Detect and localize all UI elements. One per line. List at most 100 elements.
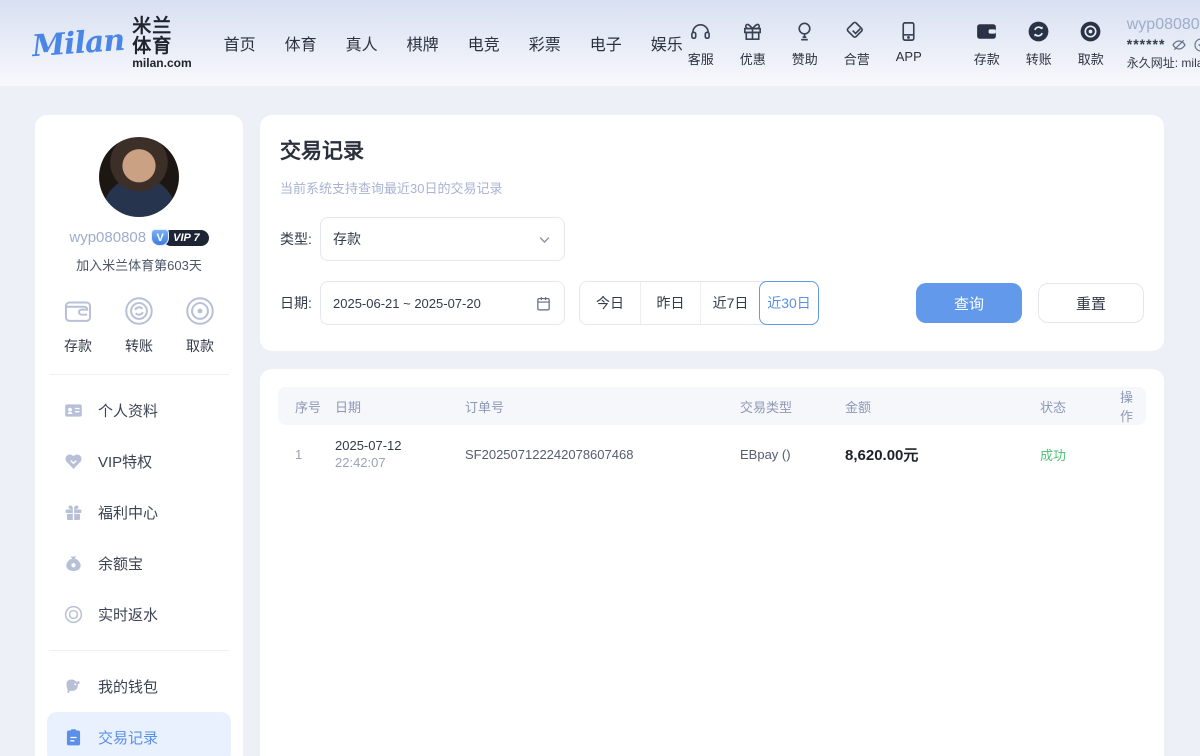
reset-button[interactable]: 重置 <box>1038 283 1144 323</box>
sidebar-vip-v-icon: V <box>151 229 169 246</box>
col-amount: 金额 <box>845 397 1040 416</box>
transfer-button[interactable]: 转账 <box>1021 19 1057 68</box>
search-button[interactable]: 查询 <box>916 283 1022 323</box>
nav-item-sports[interactable]: 体育 <box>285 31 317 55</box>
transaction-record-icon <box>63 727 84 748</box>
col-type: 交易类型 <box>740 397 845 416</box>
nav-item-esports[interactable]: 电竞 <box>468 31 500 55</box>
nav-item-lottery[interactable]: 彩票 <box>529 31 561 55</box>
nav-item-entertainment[interactable]: 娱乐 <box>651 31 683 55</box>
eye-off-icon[interactable] <box>1171 37 1187 53</box>
filter-card: 交易记录 当前系统支持查询最近30日的交易记录 类型: 存款 日期: 2025-… <box>260 115 1164 351</box>
logo-domain: milan.com <box>132 57 191 70</box>
nav-item-live[interactable]: 真人 <box>346 31 378 55</box>
sidebar-item-vip[interactable]: VIP特权 <box>47 436 231 487</box>
col-action: 操作 <box>1120 387 1142 425</box>
type-label: 类型: <box>280 229 320 249</box>
nav-item-slots[interactable]: 电子 <box>590 31 622 55</box>
sidebar-item-profile[interactable]: 个人资料 <box>47 385 231 436</box>
col-order: 订单号 <box>465 397 740 416</box>
range-yesterday-button[interactable]: 昨日 <box>640 282 700 324</box>
user-line-balance: ****** <box>1127 36 1200 54</box>
money-bag-icon <box>63 553 84 574</box>
sidebar-deposit-button[interactable]: 存款 <box>61 294 95 356</box>
navbar-quick-icons: 客服 优惠 赞助 合营 <box>683 19 1109 68</box>
range-30days-button[interactable]: 近30日 <box>759 281 819 325</box>
withdraw-outline-icon <box>183 294 217 328</box>
gift-icon <box>741 19 764 45</box>
cell-datetime: 2025-07-12 22:42:07 <box>335 438 465 470</box>
benefits-gift-icon <box>63 502 84 523</box>
sidebar-vip-badge: V VIP 7 <box>151 229 209 246</box>
main-column: 交易记录 当前系统支持查询最近30日的交易记录 类型: 存款 日期: 2025-… <box>260 115 1164 756</box>
logo-cn: 米兰体育 <box>132 17 191 57</box>
range-7days-button[interactable]: 近7日 <box>700 282 760 324</box>
cell-time: 22:42:07 <box>335 455 465 470</box>
sidebar-item-wallet[interactable]: 我的钱包 <box>47 661 231 712</box>
withdraw-button[interactable]: 取款 <box>1073 19 1109 68</box>
nav-item-home[interactable]: 首页 <box>224 31 256 55</box>
sponsor-button[interactable]: 赞助 <box>787 19 823 68</box>
sidebar-menu: 个人资料 VIP特权 福利中心 余额宝 <box>47 375 231 756</box>
cell-index: 1 <box>295 447 335 462</box>
cell-order-no: SF202507122242078607468 <box>465 447 740 462</box>
trophy-icon <box>793 19 816 45</box>
handshake-icon <box>845 19 868 45</box>
logo-text: 米兰体育 milan.com <box>132 17 191 69</box>
sidebar-transfer-button[interactable]: 转账 <box>122 294 156 356</box>
col-date: 日期 <box>335 397 465 416</box>
range-today-button[interactable]: 今日 <box>580 282 640 324</box>
cell-date: 2025-07-12 <box>335 438 465 453</box>
sidebar-quick-actions: 存款 转账 取款 <box>47 274 231 374</box>
app-download-button[interactable]: APP <box>891 19 927 64</box>
id-card-icon <box>63 400 84 421</box>
col-index: 序号 <box>295 397 335 416</box>
refresh-balance-icon[interactable] <box>1193 37 1200 53</box>
sidebar-vip-level-label: VIP 7 <box>163 230 209 246</box>
date-range-value: 2025-06-21 ~ 2025-07-20 <box>333 296 535 311</box>
table-header-row: 序号 日期 订单号 交易类型 金额 状态 操作 <box>278 387 1146 425</box>
page-subtitle: 当前系统支持查询最近30日的交易记录 <box>280 178 1144 197</box>
masked-balance: ****** <box>1127 36 1166 54</box>
sidebar-item-transactions[interactable]: 交易记录 <box>47 712 231 756</box>
sidebar-item-benefits[interactable]: 福利中心 <box>47 487 231 538</box>
navbar-right: 客服 优惠 赞助 合营 <box>683 15 1200 71</box>
site-logo[interactable]: Milan 米兰体育 milan.com <box>32 17 192 69</box>
wallet-icon <box>974 19 999 45</box>
sidebar-user-row: wyp080808 V VIP 7 <box>47 229 231 246</box>
type-select[interactable]: 存款 <box>320 217 565 261</box>
page-content: wyp080808 V VIP 7 加入米兰体育第603天 存款 转账 <box>0 100 1200 756</box>
sidebar-item-yuebao[interactable]: 余额宝 <box>47 538 231 589</box>
date-label: 日期: <box>280 293 320 313</box>
type-filter-row: 类型: 存款 <box>280 217 1144 261</box>
headset-icon <box>689 19 712 45</box>
withdraw-circle-icon <box>1078 19 1103 45</box>
deposit-button[interactable]: 存款 <box>969 19 1005 68</box>
main-nav: 首页 体育 真人 棋牌 电竞 彩票 电子 娱乐 <box>224 31 683 55</box>
join-days-text: 加入米兰体育第603天 <box>47 255 231 274</box>
quick-range-group: 今日 昨日 近7日 近30日 <box>579 281 819 325</box>
top-navbar: Milan 米兰体育 milan.com 首页 体育 真人 棋牌 电竞 彩票 电… <box>0 0 1200 86</box>
date-range-input[interactable]: 2025-06-21 ~ 2025-07-20 <box>320 281 565 325</box>
username[interactable]: wyp080808 <box>1127 15 1200 35</box>
sidebar-withdraw-button[interactable]: 取款 <box>183 294 217 356</box>
sidebar-item-rebate[interactable]: 实时返水 <box>47 589 231 640</box>
customer-service-button[interactable]: 客服 <box>683 19 719 68</box>
mobile-phone-icon <box>897 19 920 45</box>
results-table-card: 序号 日期 订单号 交易类型 金额 状态 操作 1 2025-07-12 22:… <box>260 369 1164 756</box>
rebate-ring-icon <box>63 604 84 625</box>
chevron-down-icon <box>537 232 552 247</box>
nav-item-cards[interactable]: 棋牌 <box>407 31 439 55</box>
wallet-outline-icon <box>61 294 95 328</box>
cell-type: EBpay () <box>740 447 845 462</box>
sidebar-divider-2 <box>49 650 229 651</box>
user-info-block: wyp080808 V VIP 7 ****** 永久网址: milan.com <box>1127 15 1200 71</box>
sidebar-username: wyp080808 <box>69 229 146 246</box>
sidebar-avatar[interactable] <box>99 137 179 217</box>
table-row: 1 2025-07-12 22:42:07 SF2025071222420786… <box>278 425 1146 483</box>
partner-button[interactable]: 合营 <box>839 19 875 68</box>
promotions-button[interactable]: 优惠 <box>735 19 771 68</box>
col-status: 状态 <box>1040 397 1120 416</box>
date-filter-row: 日期: 2025-06-21 ~ 2025-07-20 今日 昨日 近7日 近3… <box>280 281 1144 325</box>
permanent-url-label: 永久网址: milan.com <box>1127 56 1200 71</box>
